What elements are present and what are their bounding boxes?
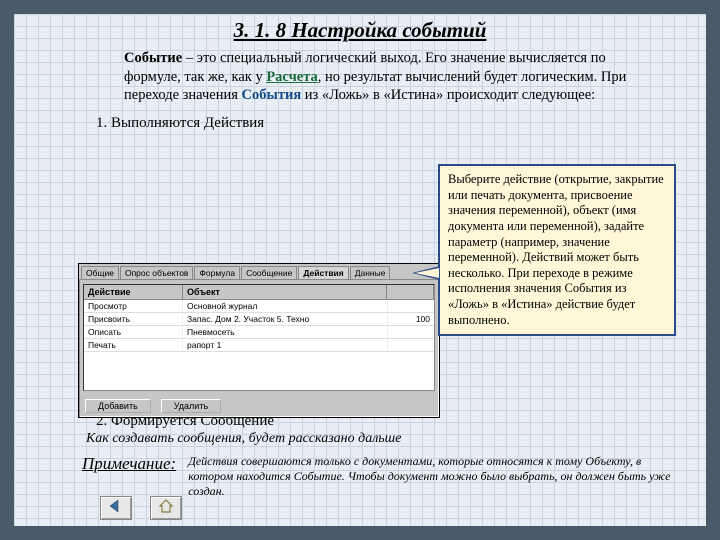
nav-home-button[interactable] [150,496,182,520]
actions-dialog: Общие Опрос объектов Формула Сообщение Д… [78,263,440,418]
tab-message[interactable]: Сообщение [241,266,297,279]
link-calc[interactable]: Расчета [266,69,317,85]
term-event: Событие [124,50,182,66]
step-2-note: Как создавать сообщения, будет рассказан… [86,431,401,447]
delete-button[interactable]: Удалить [161,399,221,413]
section-title: 3. 1. 8 Настройка событий [14,18,706,43]
note-text: Действия совершаются только с документам… [188,454,676,499]
arrow-left-icon [108,499,124,518]
tab-actions[interactable]: Действия [298,266,348,279]
tab-data[interactable]: Данные [350,266,391,279]
home-icon [158,499,174,518]
table-row[interactable]: Описать Пневмосеть [84,326,434,339]
col-action[interactable]: Действие [84,285,183,299]
note-label: Примечание: [82,454,176,474]
table-row[interactable]: Просмотр Основной журнал [84,300,434,313]
callout-arrow-icon [412,266,440,280]
term-event-2: События [242,87,302,103]
step-1-label: 1. Выполняются Действия [96,115,706,132]
table-row[interactable]: Печать рапорт 1 [84,339,434,352]
tab-bar: Общие Опрос объектов Формула Сообщение Д… [79,264,439,280]
intro-paragraph: Событие – это специальный логический вых… [124,49,646,105]
table-row[interactable]: Присвоить Запас. Дом 2. Участок 5. Техно… [84,313,434,326]
add-button[interactable]: Добавить [85,399,151,413]
tab-formula[interactable]: Формула [194,266,240,279]
col-param[interactable] [387,285,434,299]
callout-box: Выберите действие (открытие, закрытие ил… [438,164,676,336]
tab-general[interactable]: Общие [81,266,119,279]
nav-back-button[interactable] [100,496,132,520]
actions-grid: Действие Объект Просмотр Основной журнал… [83,284,435,391]
tab-poll[interactable]: Опрос объектов [120,266,194,279]
grid-empty-area [84,352,434,390]
col-object[interactable]: Объект [183,285,387,299]
